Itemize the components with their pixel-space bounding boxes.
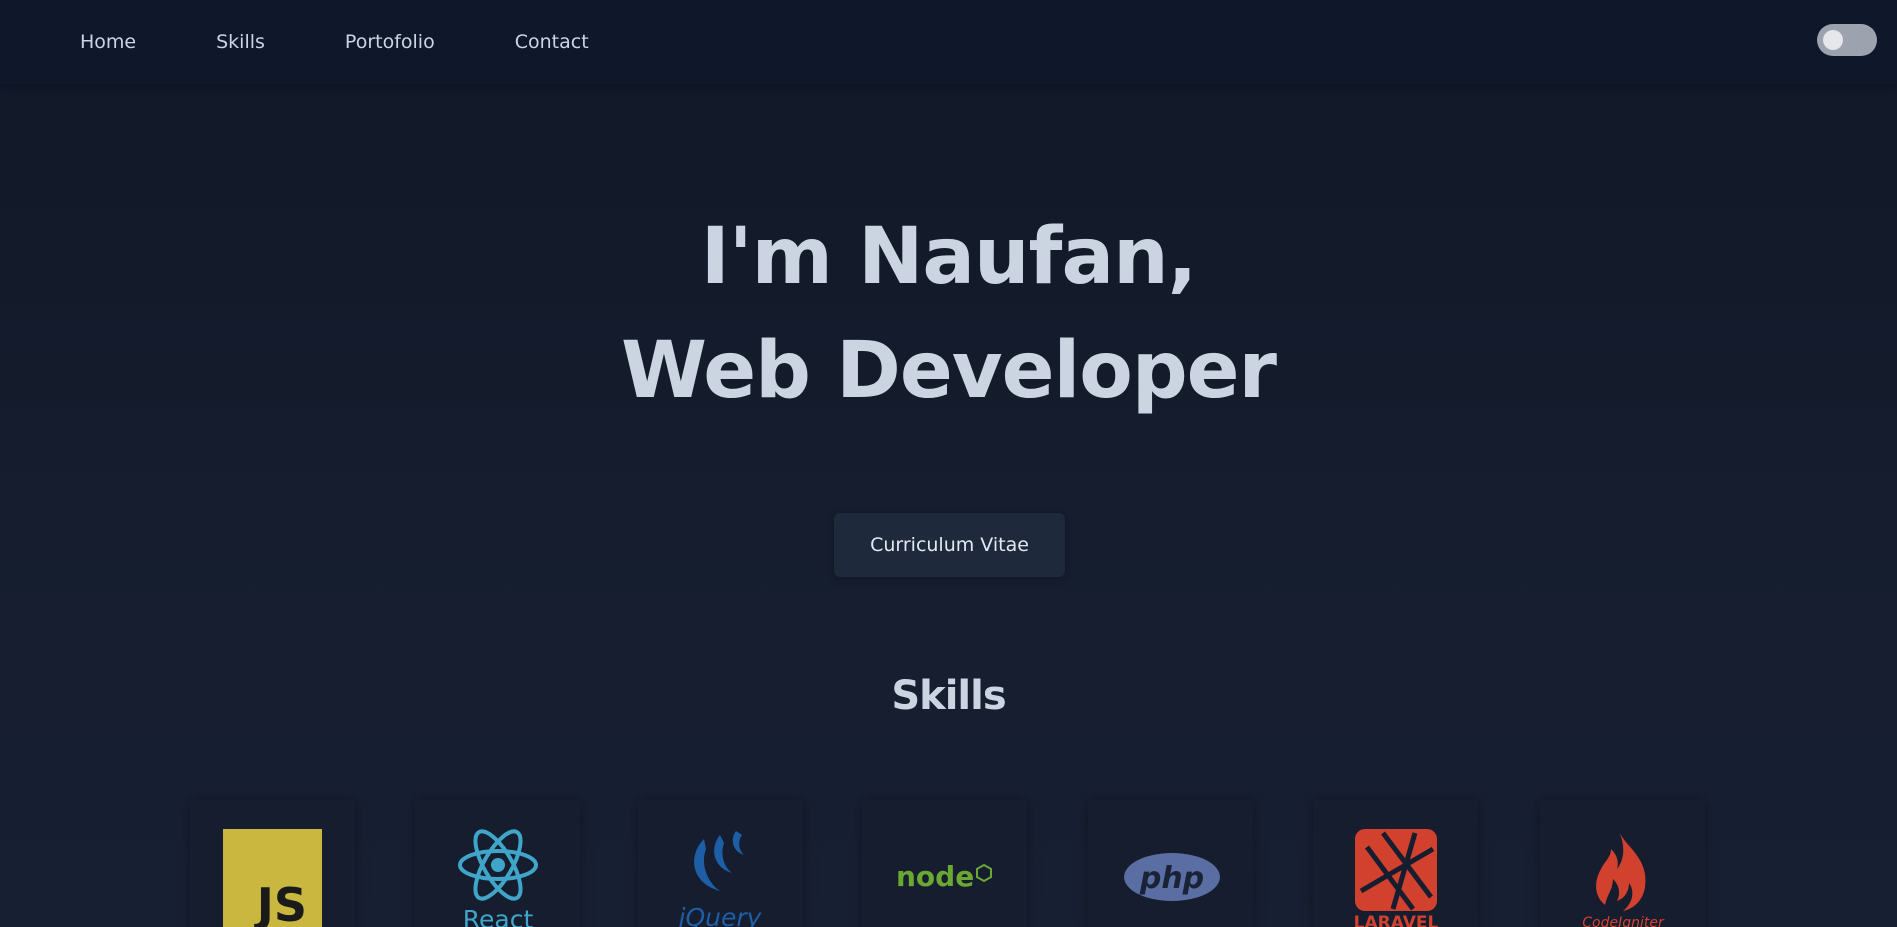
nav-link-portofolio[interactable]: Portofolio [345,31,435,53]
nav-link-contact[interactable]: Contact [515,31,589,53]
hero-title-line1: I'm Naufan, [700,212,1198,302]
toggle-knob [1823,30,1843,50]
skills-row: JS React jQuery node php LARAVEL CodeIgn… [0,800,1897,927]
skill-card-laravel: LARAVEL [1313,800,1478,927]
page: Home Skills Portofolio Contact I'm Naufa… [0,0,1897,927]
php-logo-text: php [1139,861,1204,896]
codeigniter-logo-text: CodeIgniter [1582,915,1665,927]
navbar: Home Skills Portofolio Contact [0,0,1897,84]
jquery-icon: jQuery [674,829,768,927]
react-logo-text: React [463,905,534,927]
javascript-icon: JS [223,829,322,927]
hero-title: I'm Naufan, Web Developer [0,200,1897,428]
skill-card-php: php [1088,800,1253,927]
nav-link-skills[interactable]: Skills [216,31,265,53]
laravel-logo-text: LARAVEL [1354,913,1439,927]
hero-title-line2: Web Developer [620,326,1277,416]
nav-link-home[interactable]: Home [80,31,136,53]
skill-card-codeigniter: CodeIgniter [1540,800,1705,927]
php-icon: php [1123,829,1221,927]
skill-card-react: React [415,800,580,927]
react-icon: React [455,829,541,927]
curriculum-vitae-button[interactable]: Curriculum Vitae [834,513,1065,577]
skills-heading: Skills [891,673,1006,719]
nodejs-logo-text: node [896,860,974,893]
skill-card-javascript: JS [190,800,355,927]
laravel-icon: LARAVEL [1353,829,1439,927]
nodejs-icon: node [894,829,994,927]
theme-toggle[interactable] [1817,24,1877,56]
jquery-logo-text: jQuery [676,903,763,927]
skill-card-jquery: jQuery [638,800,803,927]
javascript-logo-text: JS [254,878,307,927]
codeigniter-icon: CodeIgniter [1573,829,1673,927]
skill-card-nodejs: node [862,800,1027,927]
nav-links: Home Skills Portofolio Contact [80,31,669,53]
